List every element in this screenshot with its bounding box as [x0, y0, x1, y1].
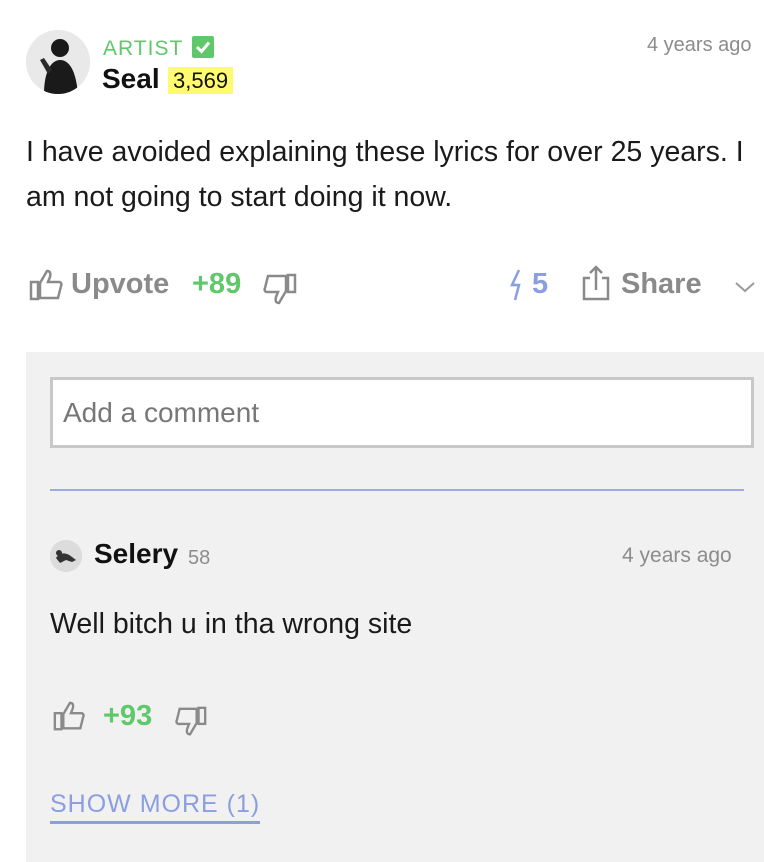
- vote-count: +89: [192, 268, 242, 300]
- chevron-down-icon[interactable]: [733, 278, 757, 296]
- comment-upvote-icon[interactable]: [52, 699, 86, 733]
- show-more-link[interactable]: SHOW MORE (1): [50, 790, 261, 824]
- author-name[interactable]: Seal: [102, 63, 160, 95]
- add-comment-input[interactable]: [50, 377, 754, 448]
- share-button[interactable]: Share: [621, 268, 702, 301]
- share-icon[interactable]: [580, 264, 612, 302]
- comments-divider: [50, 489, 744, 491]
- comment-vote-count: +93: [103, 700, 153, 732]
- commenter-name[interactable]: Selery: [94, 538, 178, 570]
- upvote-button[interactable]: Upvote: [71, 268, 169, 301]
- author-iq-badge: 3,569: [168, 67, 234, 94]
- author-role-label: ARTIST: [103, 37, 184, 60]
- downvote-thumb-icon[interactable]: [262, 272, 298, 308]
- pyong-count[interactable]: 5: [532, 268, 548, 301]
- commenter-iq: 58: [188, 547, 211, 569]
- annotation-timestamp: 4 years ago: [647, 34, 752, 56]
- comment-timestamp: 4 years ago: [622, 544, 732, 567]
- annotation-body: I have avoided explaining these lyrics f…: [26, 136, 744, 213]
- verified-check-icon: [192, 36, 214, 58]
- upvote-thumb-icon[interactable]: [28, 267, 64, 303]
- comment-text: Well bitch u in tha wrong site: [50, 608, 413, 640]
- comment-downvote-icon[interactable]: [174, 705, 208, 739]
- commenter-avatar[interactable]: [50, 540, 82, 572]
- pyong-bolt-icon[interactable]: [504, 268, 530, 302]
- artist-avatar[interactable]: [26, 30, 90, 94]
